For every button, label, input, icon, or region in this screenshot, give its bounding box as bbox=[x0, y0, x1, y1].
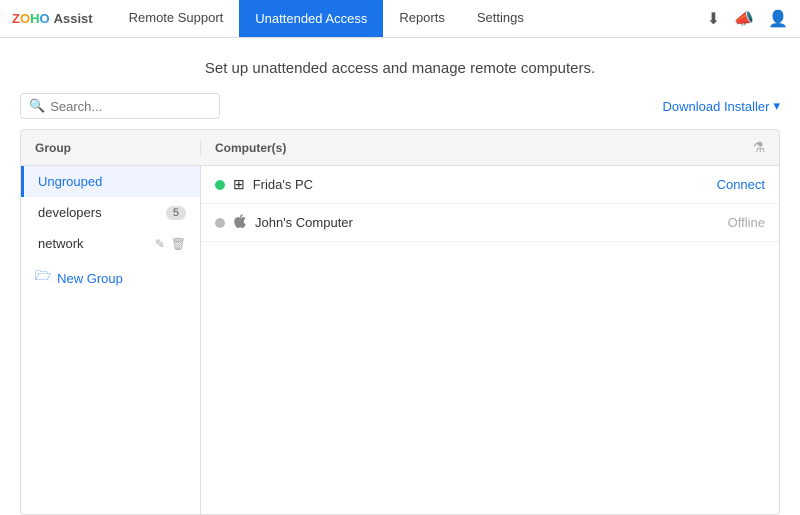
assist-logo-text: Assist bbox=[54, 11, 93, 26]
group-item-developers[interactable]: developers 5 bbox=[21, 197, 200, 228]
nav-remote-support[interactable]: Remote Support bbox=[113, 0, 240, 37]
new-group-folder-icon: 🗁 bbox=[35, 267, 51, 289]
search-input[interactable] bbox=[50, 99, 211, 114]
computer-row-johns-computer: John's Computer Offline bbox=[201, 204, 779, 242]
group-item-ungrouped[interactable]: Ungrouped bbox=[21, 166, 200, 197]
status-dot-online bbox=[215, 180, 225, 190]
connect-button[interactable]: Connect bbox=[717, 177, 765, 192]
table-header: Group Computer(s) ⚗ bbox=[21, 130, 779, 166]
nav-reports[interactable]: Reports bbox=[383, 0, 461, 37]
filter-icon[interactable]: ⚗ bbox=[738, 139, 779, 156]
computers-panel: ⊞ Frida's PC Connect John's Computer Off… bbox=[201, 166, 779, 514]
delete-icon[interactable]: 🗑 bbox=[171, 237, 186, 251]
table-container: Group Computer(s) ⚗ Ungrouped developers… bbox=[20, 129, 780, 515]
col-group-header: Group bbox=[21, 141, 201, 155]
windows-icon: ⊞ bbox=[233, 176, 245, 193]
edit-icon[interactable]: ✎ bbox=[155, 237, 165, 251]
notification-icon[interactable]: 📣 bbox=[734, 9, 754, 29]
user-icon[interactable]: 👤 bbox=[768, 9, 788, 29]
logo: ZOHO Assist bbox=[12, 11, 93, 26]
nav-settings[interactable]: Settings bbox=[461, 0, 540, 37]
groups-panel: Ungrouped developers 5 network ✎ 🗑 🗁 New… bbox=[21, 166, 201, 514]
col-computers-header: Computer(s) bbox=[201, 141, 738, 155]
zoho-logo: ZOHO bbox=[12, 11, 50, 26]
page-subtitle: Set up unattended access and manage remo… bbox=[0, 38, 800, 93]
table-body: Ungrouped developers 5 network ✎ 🗑 🗁 New… bbox=[21, 166, 779, 514]
nav-unattended-access[interactable]: Unattended Access bbox=[239, 0, 383, 37]
header: ZOHO Assist Remote Support Unattended Ac… bbox=[0, 0, 800, 38]
search-icon: 🔍 bbox=[29, 98, 45, 114]
new-group-button[interactable]: 🗁 New Group bbox=[21, 259, 200, 297]
search-box[interactable]: 🔍 bbox=[20, 93, 220, 119]
mac-icon bbox=[233, 214, 247, 231]
status-dot-offline bbox=[215, 218, 225, 228]
download-icon[interactable]: ⬇ bbox=[707, 9, 720, 29]
group-item-network[interactable]: network ✎ 🗑 bbox=[21, 228, 200, 259]
main-nav: Remote Support Unattended Access Reports… bbox=[113, 0, 707, 37]
download-installer-button[interactable]: Download Installer ▾ bbox=[663, 98, 780, 114]
group-actions-network: ✎ 🗑 bbox=[155, 237, 186, 251]
computer-row-fridas-pc: ⊞ Frida's PC Connect bbox=[201, 166, 779, 204]
header-actions: ⬇ 📣 👤 bbox=[707, 9, 788, 29]
main-content: Set up unattended access and manage remo… bbox=[0, 38, 800, 515]
toolbar: 🔍 Download Installer ▾ bbox=[0, 93, 800, 129]
